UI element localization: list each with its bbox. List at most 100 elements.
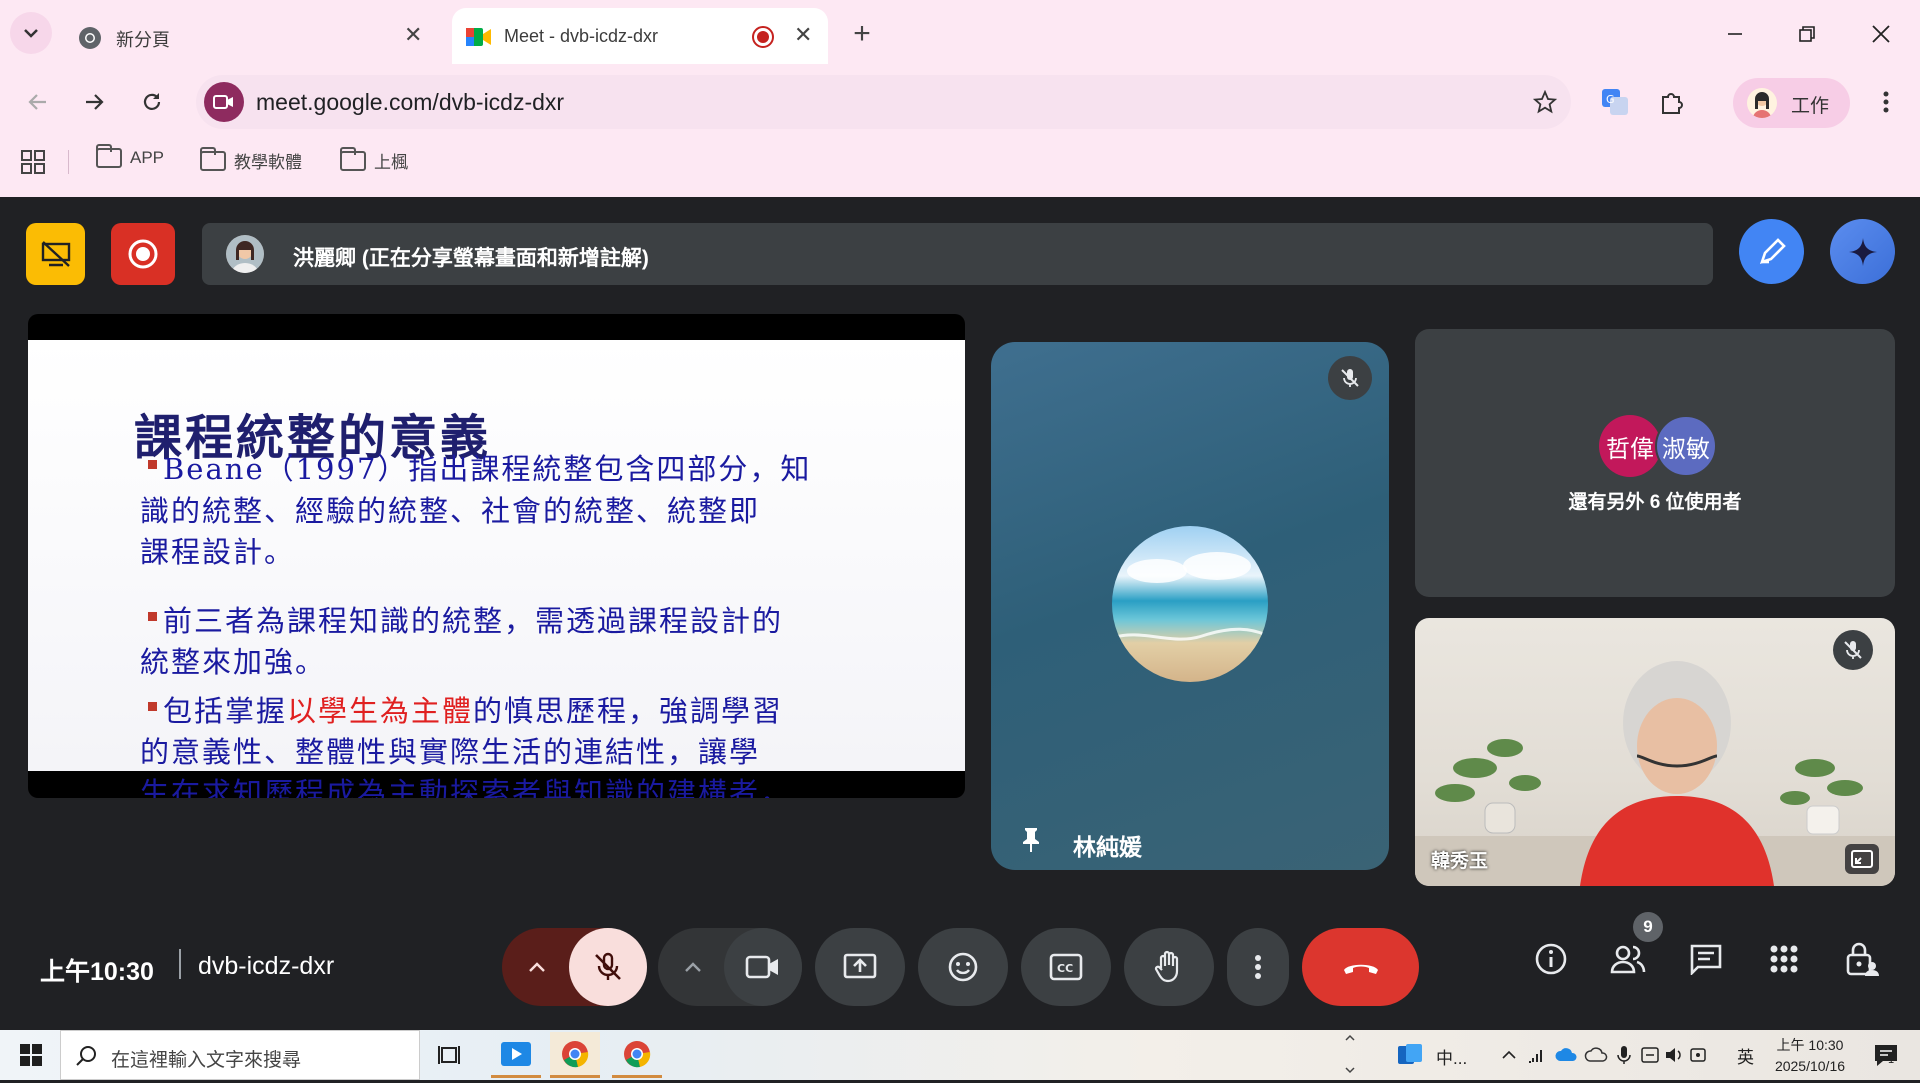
tab-search-button[interactable] — [10, 12, 52, 54]
tray-wifi[interactable] — [1524, 1040, 1550, 1070]
annotate-button[interactable] — [1739, 219, 1804, 284]
ime-indicator[interactable]: 英 — [1737, 1043, 1754, 1068]
mic-off-icon — [1341, 369, 1359, 387]
taskbar-app-media[interactable] — [491, 1032, 541, 1078]
restore-button[interactable] — [1784, 14, 1830, 54]
bookmark-folder[interactable]: 上楓 — [340, 146, 408, 173]
tab-close-icon[interactable]: ✕ — [404, 22, 422, 48]
raise-hand-button[interactable] — [1124, 928, 1214, 1006]
slide-line-mixed: 包括掌握以學生為主體的慎思歷程，強調學習 — [163, 688, 783, 730]
chevron-down-icon — [24, 29, 38, 38]
present-button[interactable] — [815, 928, 905, 1006]
slide-line: 統整來加強。 — [140, 645, 327, 679]
tile-options-button[interactable] — [1845, 844, 1879, 874]
new-tab-button[interactable]: + — [842, 14, 882, 54]
taskbar-search[interactable]: 在這裡輸入文字來搜尋 — [60, 1030, 420, 1080]
tray-lang-text[interactable]: 中... — [1436, 1044, 1467, 1069]
apps-grid-icon — [1770, 945, 1798, 973]
avatar — [1747, 88, 1777, 118]
tray-battery[interactable] — [1638, 1040, 1662, 1070]
tray-app-icon[interactable] — [1393, 1036, 1427, 1074]
camera-toggle-button[interactable] — [724, 928, 802, 1006]
taskbar-app-chrome[interactable] — [550, 1032, 600, 1078]
bullet-marker — [148, 460, 157, 469]
reload-button[interactable] — [130, 80, 174, 124]
windows-taskbar: 在這裡輸入文字來搜尋 中... 英 上午 10:30 2025/10/16 1 — [0, 1030, 1920, 1080]
audio-options-button[interactable] — [512, 942, 562, 992]
arrow-left-icon — [28, 94, 46, 110]
slide-highlight-text: 以學生為主體 — [287, 694, 474, 728]
show-hidden-icons[interactable] — [1496, 1040, 1522, 1070]
task-view-button[interactable] — [428, 1034, 472, 1076]
svg-text:CC: CC — [1057, 962, 1073, 975]
taskbar-scroll[interactable] — [1343, 1032, 1357, 1078]
clock[interactable]: 上午 10:30 2025/10/16 — [1762, 1033, 1858, 1077]
start-button[interactable] — [6, 1034, 56, 1076]
gemini-button[interactable] — [1830, 219, 1895, 284]
tab-new-tab[interactable]: 新分頁 ✕ — [64, 8, 444, 64]
bullet-marker — [148, 612, 157, 621]
bookmark-folder[interactable]: APP — [96, 144, 164, 168]
svg-text:G: G — [1606, 93, 1615, 106]
chat-button[interactable] — [1680, 933, 1732, 985]
slide-line: 識的統整、經驗的統整、社會的統整、統整即 — [140, 494, 761, 528]
tab-meet[interactable]: Meet - dvb-icdz-dxr ✕ — [452, 8, 828, 64]
others-tile[interactable]: 哲偉 淑敏 還有另外 6 位使用者 — [1415, 329, 1895, 597]
extensions-button[interactable] — [1652, 82, 1692, 122]
video-camera-icon — [745, 955, 778, 979]
participant-tile[interactable]: 林純媛 — [991, 342, 1389, 870]
profile-button[interactable]: 工作 — [1733, 78, 1850, 128]
translate-extension[interactable]: G — [1595, 82, 1635, 122]
captions-button[interactable]: CC — [1021, 928, 1111, 1006]
presenter-banner-text: 洪麗卿 (正在分享螢幕畫面和新增註解) — [293, 247, 649, 270]
participant-name: 韓秀玉 — [1431, 851, 1489, 872]
tray-network[interactable] — [1686, 1040, 1710, 1070]
forward-button[interactable] — [72, 80, 116, 124]
back-button[interactable] — [16, 80, 60, 124]
tab-close-icon[interactable]: ✕ — [794, 22, 812, 48]
site-info-icon[interactable] — [204, 82, 244, 122]
chevron-up-icon — [1502, 1050, 1516, 1059]
bookmark-label: 教學軟體 — [234, 153, 302, 172]
ime-icon — [1690, 1048, 1706, 1062]
activities-button[interactable] — [1758, 933, 1810, 985]
microphone-toggle-button[interactable] — [569, 928, 647, 1006]
mic-off-indicator — [1833, 630, 1873, 670]
taskbar-search-placeholder: 在這裡輸入文字來搜尋 — [111, 1050, 302, 1071]
camera-icon — [213, 95, 233, 109]
apps-shortcut[interactable] — [18, 148, 48, 176]
translate-icon: G — [1602, 89, 1628, 115]
bookmark-folder[interactable]: 教學軟體 — [200, 146, 302, 173]
host-controls-button[interactable] — [1836, 933, 1888, 985]
hide-presentation-button[interactable] — [26, 223, 85, 285]
more-options-button[interactable] — [1227, 928, 1289, 1006]
tray-onedrive[interactable] — [1582, 1040, 1610, 1070]
reload-icon — [143, 93, 161, 110]
notification-center-button[interactable] — [1866, 1036, 1906, 1074]
meeting-time: 上午10:30 — [40, 958, 154, 986]
slide-line: Beane（1997）指出課程統整包含四部分，知 — [163, 452, 812, 486]
slide-text: 的慎思歷程，強調學習 — [473, 694, 784, 728]
minimize-button[interactable] — [1712, 14, 1758, 54]
tray-microphone[interactable] — [1612, 1040, 1636, 1070]
avatar-icon — [1753, 92, 1771, 118]
url-text: meet.google.com/dvb-icdz-dxr — [256, 89, 565, 115]
leave-call-button[interactable] — [1302, 928, 1419, 1006]
browser-menu-button[interactable] — [1866, 82, 1906, 122]
windows-icon — [20, 1044, 42, 1066]
video-tile[interactable]: 韓秀玉 — [1415, 618, 1895, 886]
reactions-button[interactable] — [918, 928, 1008, 1006]
recording-indicator-button[interactable] — [111, 223, 175, 285]
address-bar[interactable]: meet.google.com/dvb-icdz-dxr — [196, 75, 1571, 129]
video-options-button[interactable] — [668, 942, 718, 992]
footer-divider — [179, 949, 181, 979]
close-window-button[interactable] — [1858, 14, 1904, 54]
tray-onedrive-blue[interactable] — [1552, 1040, 1580, 1070]
bookmark-star-button[interactable] — [1526, 83, 1564, 121]
bookmark-divider — [68, 150, 69, 174]
puzzle-icon — [1662, 93, 1683, 114]
taskbar-app-chrome-profile[interactable] — [612, 1032, 662, 1078]
meet-icon — [466, 28, 491, 46]
tray-volume[interactable] — [1662, 1040, 1686, 1070]
meeting-details-button[interactable] — [1525, 933, 1577, 985]
